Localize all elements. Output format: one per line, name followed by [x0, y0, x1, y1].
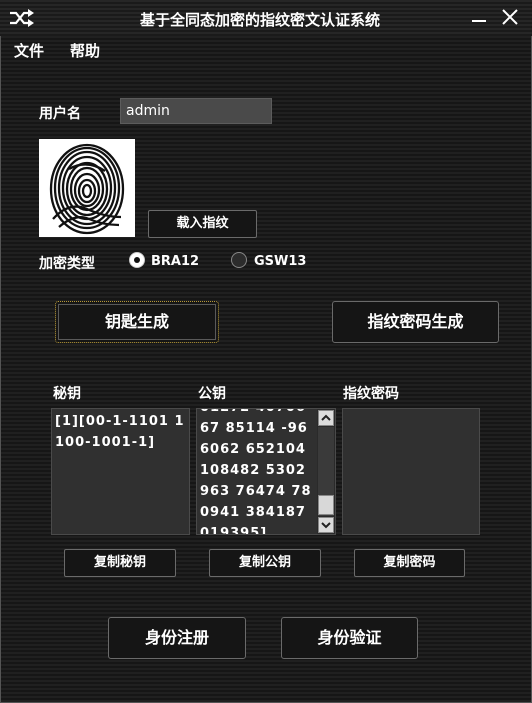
shuffle-icon: [10, 9, 34, 27]
close-button[interactable]: [498, 4, 522, 30]
public-key-scrollbar[interactable]: [317, 409, 335, 534]
radio-bra12-label[interactable]: BRA12: [151, 254, 199, 269]
private-key-textarea[interactable]: [1][00-1-1101 1100-1001-1]: [51, 408, 190, 535]
scroll-up-button[interactable]: [318, 410, 334, 426]
window-title: 基于全同态加密的指纹密文认证系统: [139, 11, 380, 29]
minimize-icon: [472, 20, 486, 22]
radio-bra12[interactable]: [129, 252, 145, 268]
chevron-up-icon: [321, 414, 331, 421]
fingerprint-image: [39, 139, 135, 237]
copy-private-key-button[interactable]: 复制秘钥: [64, 549, 176, 577]
scroll-down-button[interactable]: [318, 517, 334, 533]
menu-file[interactable]: 文件: [14, 40, 44, 61]
private-key-label: 秘钥: [53, 386, 81, 402]
encryption-type-label: 加密类型: [39, 256, 95, 272]
identity-register-button[interactable]: 身份注册: [108, 617, 246, 659]
radio-gsw13-label[interactable]: GSW13: [254, 254, 306, 269]
fingerprint-cipher-generate-button[interactable]: 指纹密码生成: [332, 301, 499, 343]
chevron-down-icon: [321, 522, 331, 529]
public-key-label: 公钥: [198, 386, 226, 402]
identity-verify-button[interactable]: 身份验证: [281, 617, 418, 659]
scroll-thumb[interactable]: [318, 495, 334, 515]
menu-bar: 文件 帮助: [0, 36, 532, 62]
load-fingerprint-button[interactable]: 载入指纹: [148, 210, 257, 238]
key-generate-button[interactable]: 钥匙生成: [55, 301, 219, 343]
menu-help[interactable]: 帮助: [70, 40, 100, 61]
public-key-text: 01272 4070667 85114 -966062 652104 10848…: [200, 409, 312, 535]
radio-gsw13[interactable]: [231, 252, 247, 268]
fingerprint-cipher-textarea[interactable]: [342, 408, 480, 535]
fingerprint-cipher-label: 指纹密码: [343, 386, 399, 402]
copy-cipher-button[interactable]: 复制密码: [354, 549, 465, 577]
title-bar: 基于全同态加密的指纹密文认证系统: [0, 0, 532, 36]
username-label: 用户名: [39, 106, 81, 122]
private-key-text: [1][00-1-1101 1100-1001-1]: [55, 414, 185, 450]
copy-public-key-button[interactable]: 复制公钥: [209, 549, 321, 577]
public-key-textarea[interactable]: 01272 4070667 85114 -966062 652104 10848…: [196, 408, 336, 535]
close-icon: [502, 9, 518, 25]
fingerprint-icon: [49, 143, 125, 235]
username-input[interactable]: [120, 98, 272, 124]
minimize-button[interactable]: [468, 4, 490, 30]
